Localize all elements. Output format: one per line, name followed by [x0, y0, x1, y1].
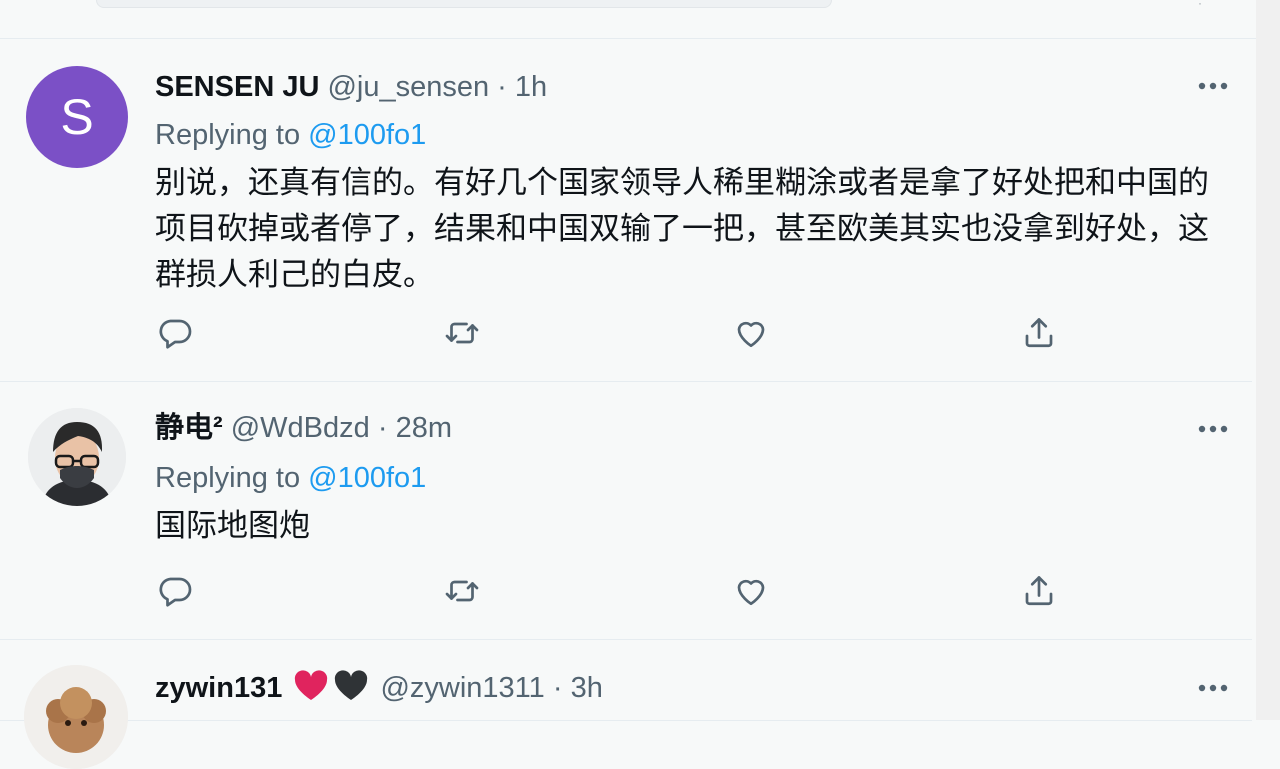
top-strip-glyph: · [1198, 0, 1202, 10]
tweet-actions [0, 571, 1252, 611]
separator: · [377, 412, 388, 444]
avatar[interactable] [24, 665, 128, 769]
reply-mention-link[interactable]: @100fo1 [308, 462, 426, 494]
red-heart-icon [295, 670, 328, 700]
timestamp[interactable]: 28m [396, 412, 452, 444]
share-icon[interactable] [1019, 313, 1059, 353]
more-options-icon[interactable] [1196, 671, 1230, 705]
display-name[interactable]: SENSEN JU [155, 71, 319, 103]
more-options-icon[interactable] [1196, 412, 1230, 446]
separator: · [552, 672, 563, 704]
window-edge [1256, 0, 1280, 720]
separator: · [497, 71, 507, 103]
timestamp[interactable]: 1h [515, 71, 547, 103]
tweet-2[interactable]: 静电² @WdBdzd · 28m Replying to @100fo1 国际… [0, 383, 1252, 640]
search-bar-edge[interactable] [96, 0, 832, 8]
black-heart-icon [335, 670, 368, 700]
replying-prefix: Replying to [155, 462, 301, 494]
retweet-icon[interactable] [442, 313, 482, 353]
avatar-photo [28, 408, 126, 506]
reply-icon[interactable] [155, 571, 195, 611]
avatar-photo [24, 665, 128, 769]
like-icon[interactable] [731, 313, 771, 353]
replying-prefix: Replying to [155, 119, 301, 151]
display-name[interactable]: 静电² [155, 412, 223, 444]
name-emoji [292, 669, 372, 711]
tweet-text: 别说，还真有信的。有好几个国家领导人稀里糊涂或者是拿了好处把和中国的项目砍掉或者… [155, 165, 1209, 293]
more-options-icon[interactable] [1196, 69, 1230, 103]
user-handle[interactable]: @WdBdzd [231, 412, 370, 444]
timestamp[interactable]: 3h [571, 672, 603, 704]
tweet-header: zywin131 @zywin1311 · 3h [155, 669, 603, 711]
tweet-header: 静电² @WdBdzd · 28m [155, 411, 452, 445]
top-strip: · [0, 0, 1256, 39]
avatar[interactable] [28, 408, 126, 506]
avatar-letter: S [60, 89, 94, 145]
replying-to: Replying to @100fo1 [155, 461, 426, 495]
user-handle[interactable]: @ju_sensen [327, 71, 489, 103]
reply-icon[interactable] [155, 313, 195, 353]
retweet-icon[interactable] [442, 571, 482, 611]
reply-mention-link[interactable]: @100fo1 [308, 119, 426, 151]
share-icon[interactable] [1019, 571, 1059, 611]
tweet-actions [0, 313, 1252, 353]
tweet-header: SENSEN JU @ju_sensen · 1h [155, 70, 547, 104]
like-icon[interactable] [731, 571, 771, 611]
display-name[interactable]: zywin131 [155, 672, 282, 704]
tweet-1[interactable]: S SENSEN JU @ju_sensen · 1h Replying to … [0, 40, 1252, 382]
tweet-text: 国际地图炮 [155, 508, 310, 544]
user-handle[interactable]: @zywin1311 [380, 672, 544, 704]
tweet-3[interactable]: zywin131 @zywin1311 · 3h [0, 641, 1252, 769]
avatar[interactable]: S [26, 66, 128, 168]
replying-to: Replying to @100fo1 [155, 118, 426, 152]
